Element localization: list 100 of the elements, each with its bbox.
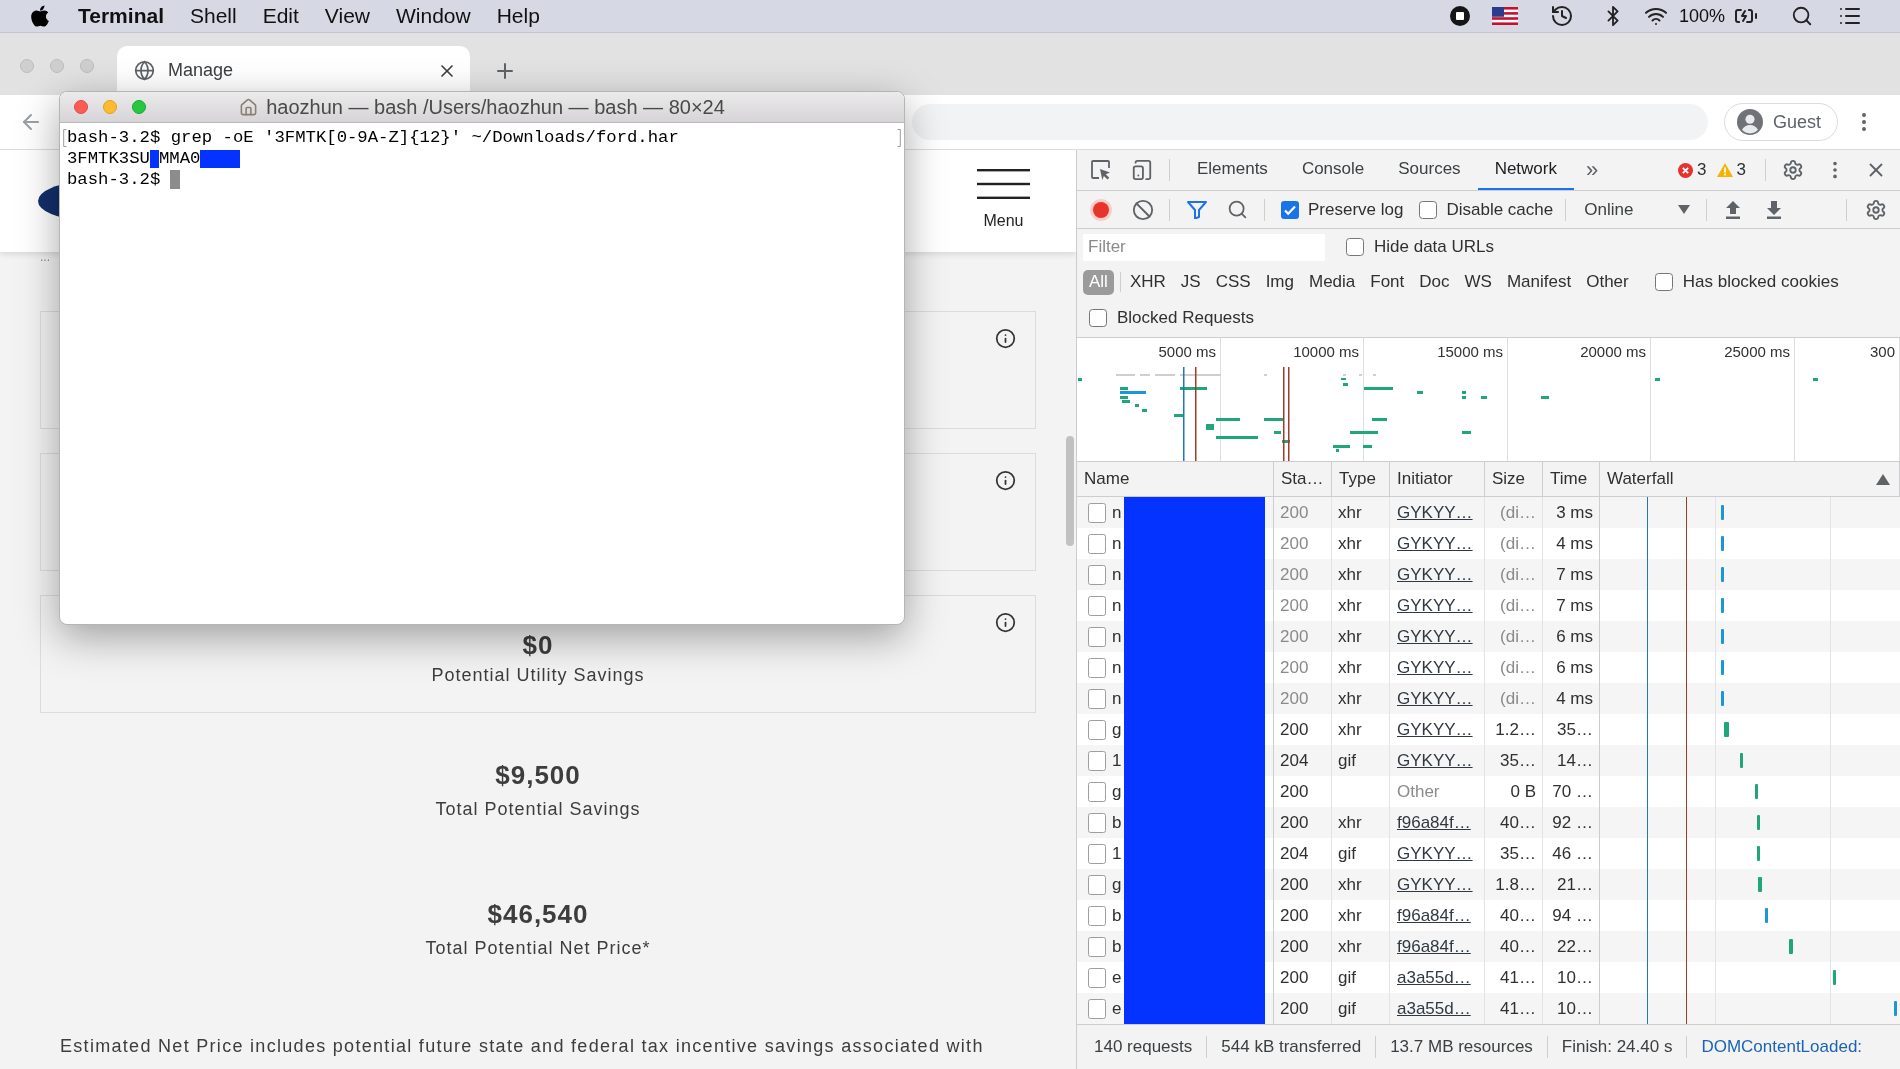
- warning-count[interactable]: 3: [1736, 157, 1746, 183]
- funnel-icon[interactable]: [1187, 200, 1207, 219]
- file-icon: [1088, 936, 1106, 957]
- initiator-link[interactable]: f96a84f…: [1397, 933, 1471, 960]
- file-icon: [1088, 812, 1106, 833]
- info-icon[interactable]: [995, 612, 1016, 633]
- initiator-link[interactable]: GYKYY…: [1397, 840, 1473, 867]
- axis-label: 15000 ms: [1437, 343, 1503, 361]
- menu-item[interactable]: Shell: [189, 0, 237, 32]
- table-row[interactable]: g 200 xhr GYKYY… 1.8… 21…: [1077, 869, 1900, 900]
- search-icon[interactable]: [1227, 199, 1248, 220]
- filter-chip[interactable]: XHR: [1123, 269, 1172, 295]
- initiator-link[interactable]: f96a84f…: [1397, 902, 1471, 929]
- column-header[interactable]: Initiator: [1390, 462, 1485, 496]
- info-icon[interactable]: [995, 470, 1016, 491]
- initiator-link[interactable]: GYKYY…: [1397, 499, 1473, 526]
- search-icon[interactable]: [1791, 5, 1813, 27]
- throttling-select[interactable]: Online: [1576, 195, 1695, 224]
- settings-icon[interactable]: [1782, 159, 1804, 181]
- clear-icon[interactable]: [1132, 198, 1154, 221]
- info-icon[interactable]: [995, 328, 1016, 349]
- checkbox[interactable]: [1089, 309, 1107, 327]
- more-tabs-button[interactable]: »: [1586, 159, 1599, 181]
- checkbox[interactable]: [1419, 200, 1438, 219]
- checkbox-label[interactable]: Preserve log: [1308, 196, 1404, 223]
- menu-item[interactable]: Edit: [262, 0, 299, 32]
- initiator-link[interactable]: GYKYY…: [1397, 871, 1473, 898]
- waterfall-bar: [1724, 722, 1729, 737]
- filter-chip[interactable]: Doc: [1413, 269, 1456, 295]
- waterfall-bar: [1789, 939, 1793, 954]
- window-title: haozhun — bash /Users/haozhun — bash — 80×24: [266, 95, 725, 120]
- initiator-link[interactable]: GYKYY…: [1397, 561, 1473, 588]
- table-row[interactable]: n 200 xhr GYKYY… (di… 6 ms: [1077, 621, 1900, 652]
- table-row[interactable]: b 200 xhr f96a84f… 40… 92 …: [1077, 807, 1900, 838]
- initiator-link[interactable]: a3a55d…: [1397, 964, 1471, 991]
- menu-item[interactable]: Help: [496, 0, 540, 32]
- checkbox-label[interactable]: Disable cache: [1446, 196, 1554, 223]
- waterfall-bar: [1833, 970, 1836, 985]
- column-header[interactable]: Waterfall: [1600, 462, 1900, 496]
- amount-label: Total Potential Savings: [435, 798, 641, 821]
- close-button[interactable]: [74, 100, 88, 114]
- error-count[interactable]: 3: [1697, 157, 1707, 183]
- column-header[interactable]: Time: [1543, 462, 1600, 496]
- checkbox-label[interactable]: Hide data URLs: [1374, 234, 1494, 260]
- checkbox[interactable]: [1346, 238, 1364, 256]
- clock-arrow-icon[interactable]: [1549, 4, 1574, 28]
- initiator-link[interactable]: GYKYY…: [1397, 623, 1473, 650]
- table-row[interactable]: n 200 xhr GYKYY… (di… 7 ms: [1077, 559, 1900, 590]
- menu-item[interactable]: View: [324, 0, 370, 32]
- initiator-link[interactable]: GYKYY…: [1397, 530, 1473, 557]
- devtools-tab[interactable]: Console: [1284, 150, 1382, 190]
- apple-icon[interactable]: [29, 4, 51, 28]
- checkbox[interactable]: [1281, 200, 1299, 219]
- menu-item[interactable]: Window: [396, 0, 471, 32]
- table-row[interactable]: e 200 gif a3a55d… 41… 10…: [1077, 993, 1900, 1024]
- error-icon[interactable]: [1678, 162, 1694, 178]
- stop-icon[interactable]: [1449, 6, 1470, 26]
- initiator-link[interactable]: GYKYY…: [1397, 654, 1473, 681]
- table-row[interactable]: n 200 xhr GYKYY… (di… 3 ms: [1077, 497, 1900, 528]
- menu-button[interactable]: Menu: [977, 169, 1030, 233]
- file-icon: [1088, 502, 1106, 523]
- initiator-link[interactable]: GYKYY…: [1397, 592, 1473, 619]
- waterfall-bar: [1765, 908, 1768, 923]
- scrollbar[interactable]: [1066, 436, 1074, 546]
- column-header[interactable]: Name: [1077, 462, 1274, 496]
- table-row[interactable]: n 200 xhr GYKYY… (di… 4 ms: [1077, 683, 1900, 714]
- filter-input[interactable]: Filter: [1083, 233, 1325, 261]
- checkbox[interactable]: [1654, 273, 1673, 291]
- table-row[interactable]: 1 204 gif GYKYY… 35… 14…: [1077, 745, 1900, 776]
- table-row[interactable]: b 200 xhr f96a84f… 40… 22…: [1077, 931, 1900, 962]
- devtools-tab[interactable]: Elements: [1180, 150, 1285, 190]
- upload-icon[interactable]: [1724, 199, 1743, 220]
- filter-chip[interactable]: Manifest: [1500, 269, 1578, 295]
- download-icon[interactable]: [1765, 199, 1784, 220]
- inspect-icon[interactable]: [1090, 159, 1112, 181]
- column-header[interactable]: Sta…: [1274, 462, 1332, 496]
- filter-chip[interactable]: WS: [1458, 269, 1498, 295]
- checkbox-label[interactable]: Blocked Requests: [1117, 305, 1255, 331]
- checkbox-label[interactable]: Has blocked cookies: [1682, 269, 1839, 295]
- initiator-link[interactable]: GYKYY…: [1397, 747, 1473, 774]
- initiator-link[interactable]: GYKYY…: [1397, 716, 1473, 743]
- column-header[interactable]: Size: [1485, 462, 1543, 496]
- filter-chip[interactable]: Font: [1364, 269, 1411, 295]
- record-icon[interactable]: [1090, 198, 1112, 221]
- devtools-tab[interactable]: Sources: [1381, 150, 1478, 190]
- filter-chip[interactable]: Other: [1580, 269, 1635, 295]
- app-menu[interactable]: Terminal: [78, 0, 164, 32]
- column-header[interactable]: Type: [1332, 462, 1390, 496]
- initiator-link[interactable]: GYKYY…: [1397, 685, 1473, 712]
- filter-chip[interactable]: JS: [1174, 269, 1207, 295]
- filter-chip[interactable]: CSS: [1209, 269, 1257, 295]
- settings-icon[interactable]: [1865, 198, 1887, 221]
- device-icon[interactable]: [1131, 159, 1153, 181]
- filter-chip[interactable]: Img: [1259, 269, 1300, 295]
- filter-chip[interactable]: Media: [1302, 269, 1362, 295]
- initiator-link[interactable]: a3a55d…: [1397, 995, 1471, 1022]
- file-icon: [1088, 843, 1106, 864]
- waterfall-bar: [1721, 598, 1724, 613]
- initiator-link[interactable]: f96a84f…: [1397, 809, 1471, 836]
- flag-icon[interactable]: [1491, 7, 1518, 25]
